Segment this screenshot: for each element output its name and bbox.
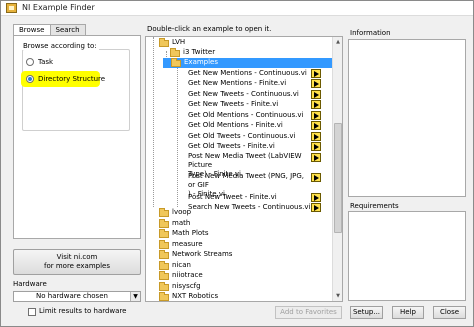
run-example-icon[interactable] xyxy=(311,203,321,212)
folder-icon xyxy=(159,229,169,238)
example-item[interactable]: Get Old Tweets - Finite.vi xyxy=(188,141,275,151)
setup-button[interactable]: Setup... xyxy=(350,306,383,319)
example-item[interactable]: Post New Tweet - Finite.vi xyxy=(188,192,277,202)
information-label: Information xyxy=(350,29,391,37)
run-example-icon[interactable] xyxy=(311,193,321,202)
example-item[interactable]: Get Old Tweets - Continuous.vi xyxy=(188,131,296,141)
tree-folder[interactable]: math xyxy=(172,218,190,228)
run-example-icon[interactable] xyxy=(311,100,321,109)
directory-structure-radio-label: Directory Structure xyxy=(38,75,106,83)
browse-panel xyxy=(13,35,141,239)
scroll-down-icon[interactable]: ▼ xyxy=(333,291,342,301)
tree-folder-i3-twitter[interactable]: i3 Twitter xyxy=(183,47,215,57)
run-example-icon[interactable] xyxy=(311,142,321,151)
tree-folder[interactable]: niiotrace xyxy=(172,270,203,280)
task-radio[interactable] xyxy=(26,58,34,66)
hardware-selected-value: No hardware chosen xyxy=(36,292,108,300)
task-radio-label: Task xyxy=(38,58,54,66)
information-box xyxy=(348,39,466,197)
folder-icon xyxy=(159,282,169,291)
hardware-label: Hardware xyxy=(13,280,47,288)
tree-folder-examples[interactable]: Examples xyxy=(184,57,218,67)
requirements-box xyxy=(348,211,466,301)
requirements-label: Requirements xyxy=(350,202,399,210)
folder-open-icon xyxy=(171,58,181,67)
list-instructions: Double-click an example to open it. xyxy=(147,25,272,33)
folder-icon xyxy=(159,261,169,270)
limit-hardware-label: Limit results to hardware xyxy=(39,307,127,315)
tree-folder[interactable]: measure xyxy=(172,239,203,249)
example-item[interactable]: Get New Tweets - Continuous.vi xyxy=(188,89,299,99)
tree-folder[interactable]: Math Plots xyxy=(172,228,209,238)
chevron-down-icon[interactable]: ▼ xyxy=(130,292,140,301)
ni-app-icon xyxy=(6,3,17,13)
tree-folder-lvh[interactable]: LVH xyxy=(172,37,185,47)
folder-icon xyxy=(159,292,169,301)
folder-icon xyxy=(159,208,169,217)
run-example-icon[interactable] xyxy=(311,153,321,162)
tree-folder[interactable]: nisyscfg xyxy=(172,281,201,291)
help-button[interactable]: Help xyxy=(392,306,424,319)
folder-icon xyxy=(170,48,180,57)
run-example-icon[interactable] xyxy=(311,79,321,88)
example-finder-window: NI Example Finder Browse Search Browse a… xyxy=(0,0,474,327)
limit-hardware-checkbox[interactable] xyxy=(28,308,36,316)
scroll-thumb[interactable] xyxy=(334,123,342,233)
title-bar: NI Example Finder xyxy=(1,1,473,16)
run-example-icon[interactable] xyxy=(311,132,321,141)
folder-icon xyxy=(159,250,169,259)
window-title: NI Example Finder xyxy=(22,3,95,12)
tree-guide-line xyxy=(177,65,178,207)
example-item-line: Post New Media Tweet (LabVIEW Picture xyxy=(188,152,302,169)
example-item[interactable]: Get New Tweets - Finite.vi xyxy=(188,99,278,109)
tree-guide-line xyxy=(153,37,154,207)
run-example-icon[interactable] xyxy=(311,121,321,130)
visit-ni-line2: for more examples xyxy=(44,262,110,270)
run-example-icon[interactable] xyxy=(311,173,321,182)
run-example-icon[interactable] xyxy=(311,90,321,99)
tree-folder[interactable]: NXT Robotics xyxy=(172,291,218,301)
close-button[interactable]: Close xyxy=(433,306,466,319)
visit-ni-button[interactable]: Visit ni.com for more examples xyxy=(13,249,141,275)
example-item-multiline[interactable]: Post New Media Tweet (PNG, JPG, or GIF )… xyxy=(188,172,312,198)
add-to-favorites-button[interactable]: Add to Favorites xyxy=(275,306,342,319)
run-example-icon[interactable] xyxy=(311,111,321,120)
folder-icon xyxy=(159,38,169,47)
scroll-up-icon[interactable]: ▲ xyxy=(333,37,342,47)
example-item[interactable]: Get Old Mentions - Continuous.vi xyxy=(188,110,304,120)
visit-ni-line1: Visit ni.com xyxy=(56,253,98,261)
example-item-multiline[interactable]: Post New Media Tweet (LabVIEW Picture Ty… xyxy=(188,152,312,178)
tree-folder[interactable]: Network Streams xyxy=(172,249,232,259)
folder-icon xyxy=(159,219,169,228)
example-item[interactable]: Get New Mentions - Finite.vi xyxy=(188,78,286,88)
tree-scrollbar[interactable]: ▲ ▼ xyxy=(332,37,342,301)
example-item[interactable]: Search New Tweets - Continuous.vi xyxy=(188,202,310,212)
example-tree[interactable]: LVH i3 Twitter Examples Get New Mentions… xyxy=(145,36,343,302)
hardware-select[interactable]: No hardware chosen ▼ xyxy=(13,291,141,302)
example-item[interactable]: Get Old Mentions - Finite.vi xyxy=(188,120,283,130)
run-example-icon[interactable] xyxy=(311,69,321,78)
tree-folder[interactable]: lvoop xyxy=(172,207,191,217)
example-item-line: Post New Media Tweet (PNG, JPG, or GIF xyxy=(188,172,305,189)
tree-folder[interactable]: nican xyxy=(172,260,191,270)
folder-icon xyxy=(159,240,169,249)
folder-icon xyxy=(159,271,169,280)
example-item[interactable]: Get New Mentions - Continuous.vi xyxy=(188,68,307,78)
directory-structure-radio[interactable] xyxy=(26,75,34,83)
browse-group-label: Browse according to: xyxy=(21,42,99,50)
